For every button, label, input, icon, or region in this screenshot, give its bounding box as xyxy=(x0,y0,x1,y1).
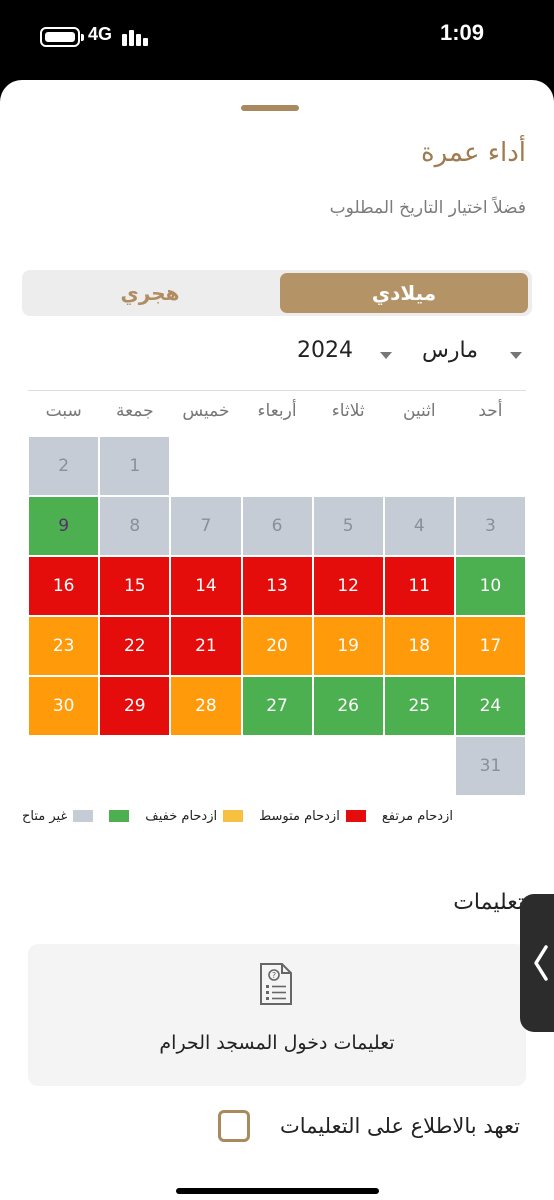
calendar-day: 2 xyxy=(29,437,99,495)
weekday-label: ثلاثاء xyxy=(331,401,365,421)
calendar-day: 1 xyxy=(100,437,170,495)
calendar-day[interactable]: 18 xyxy=(384,617,454,675)
calendar-day[interactable]: 13 xyxy=(242,557,312,615)
network-type: 4G xyxy=(88,24,113,44)
legend-label: غير متاح xyxy=(22,808,68,824)
calendar-day[interactable]: 12 xyxy=(313,557,383,615)
battery-icon xyxy=(40,27,84,47)
agreement-row[interactable]: تعهد بالاطلاع على التعليمات xyxy=(218,1110,520,1142)
page-subtitle: فضلاً اختيار التاريخ المطلوب xyxy=(329,198,526,218)
weekday-label: خميس xyxy=(182,401,230,421)
legend-item: غير متاح xyxy=(22,808,94,824)
year-select[interactable]: 2024 xyxy=(297,338,353,363)
legend-item: ازدحام مرتفع xyxy=(382,809,453,824)
weekday-label: سبت xyxy=(45,401,82,421)
weekday-label: اثنين xyxy=(402,401,436,421)
calendar-type-toggle: ميلادي هجري xyxy=(22,270,532,316)
calendar-empty-cell xyxy=(243,437,312,495)
legend-swatch xyxy=(73,810,94,822)
calendar: أحد اثنين ثلاثاء أربعاء خميس جمعة سبت 12345678… xyxy=(28,398,526,797)
hijri-tab[interactable]: هجري xyxy=(26,273,274,313)
calendar-day[interactable]: 28 xyxy=(171,677,241,735)
calendar-day[interactable]: 19 xyxy=(313,617,383,675)
calendar-day[interactable]: 30 xyxy=(29,677,99,735)
calendar-empty-cell xyxy=(456,437,525,495)
calendar-day: 7 xyxy=(171,497,241,555)
calendar-day[interactable]: 25 xyxy=(384,677,454,735)
weekday-label: جمعة xyxy=(115,401,154,421)
document-icon: ? xyxy=(260,963,292,1005)
calendar-day[interactable]: 16 xyxy=(29,557,99,615)
legend-label: ازدحام مرتفع xyxy=(381,808,453,824)
crowd-legend: غير متاح ازدحام خفيف ازدحام متوسط ازدحام مر… xyxy=(22,806,478,826)
status-bar: 4G 1:09 xyxy=(0,0,554,78)
calendar-day[interactable]: 17 xyxy=(455,617,525,675)
calendar-day[interactable]: 26 xyxy=(313,677,383,735)
legend-swatch xyxy=(345,810,366,822)
divider xyxy=(28,390,526,391)
clock: 1:09 xyxy=(439,20,484,45)
instructions-card-label: تعليمات دخول المسجد الحرام xyxy=(159,1032,395,1054)
calendar-day[interactable]: 21 xyxy=(171,617,241,675)
weekday-header: أحد اثنين ثلاثاء أربعاء خميس جمعة سبت xyxy=(28,398,526,428)
calendar-empty-cell xyxy=(314,437,383,495)
legend-swatch xyxy=(223,810,244,822)
calendar-day: 4 xyxy=(384,497,454,555)
drag-handle[interactable] xyxy=(241,105,299,111)
calendar-day[interactable]: 24 xyxy=(455,677,525,735)
instructions-card[interactable]: ? تعليمات دخول المسجد الحرام xyxy=(28,944,526,1086)
calendar-day[interactable]: 11 xyxy=(384,557,454,615)
svg-text:?: ? xyxy=(272,971,276,980)
gregorian-tab[interactable]: ميلادي xyxy=(280,273,528,313)
legend-swatch xyxy=(109,810,130,822)
weekday-label: أحد xyxy=(478,401,503,421)
calendar-day[interactable]: 15 xyxy=(100,557,170,615)
month-value: مارس xyxy=(422,338,478,363)
calendar-day[interactable]: 23 xyxy=(29,617,99,675)
calendar-day[interactable]: 10 xyxy=(455,557,525,615)
calendar-day[interactable]: 22 xyxy=(100,617,170,675)
legend-item: ازدحام متوسط xyxy=(259,809,366,824)
calendar-day: 6 xyxy=(242,497,312,555)
legend-label: ازدحام متوسط xyxy=(259,808,340,824)
home-indicator xyxy=(176,1188,379,1194)
calendar-day[interactable]: 29 xyxy=(100,677,170,735)
legend-label: ازدحام خفيف xyxy=(145,808,218,824)
signal-icon xyxy=(122,28,152,46)
chevron-down-icon[interactable] xyxy=(380,352,392,359)
agreement-label: تعهد بالاطلاع على التعليمات xyxy=(280,1114,520,1138)
page-title: أداء عمرة xyxy=(420,138,526,168)
booking-sheet: أداء عمرة فضلاً اختيار التاريخ المطلوب م… xyxy=(0,80,554,1200)
month-select[interactable]: مارس xyxy=(376,338,526,372)
chevron-down-icon xyxy=(510,352,522,359)
side-panel-tab[interactable] xyxy=(520,894,554,1032)
calendar-day[interactable]: 9 xyxy=(29,497,99,555)
agreement-checkbox[interactable] xyxy=(218,1110,251,1142)
calendar-day: 3 xyxy=(455,497,525,555)
calendar-empty-cell xyxy=(385,437,454,495)
calendar-day: 31 xyxy=(455,737,525,795)
calendar-day: 8 xyxy=(100,497,170,555)
calendar-grid: 1 2 3 4 5 6 7 8 9 10 11 12 13 14 15 16 17 18 19 20 21 22 23 24 2… xyxy=(28,437,526,797)
calendar-day[interactable]: 14 xyxy=(171,557,241,615)
calendar-day[interactable]: 20 xyxy=(242,617,312,675)
legend-item: ازدحام خفيف xyxy=(145,808,244,824)
weekday-label: أربعاء xyxy=(257,401,297,421)
instructions-heading: تعليمات xyxy=(453,890,524,915)
calendar-empty-cell xyxy=(171,437,240,495)
calendar-day: 5 xyxy=(313,497,383,555)
calendar-day[interactable]: 27 xyxy=(242,677,312,735)
chevron-left-icon xyxy=(534,945,548,981)
legend-item xyxy=(109,810,130,822)
